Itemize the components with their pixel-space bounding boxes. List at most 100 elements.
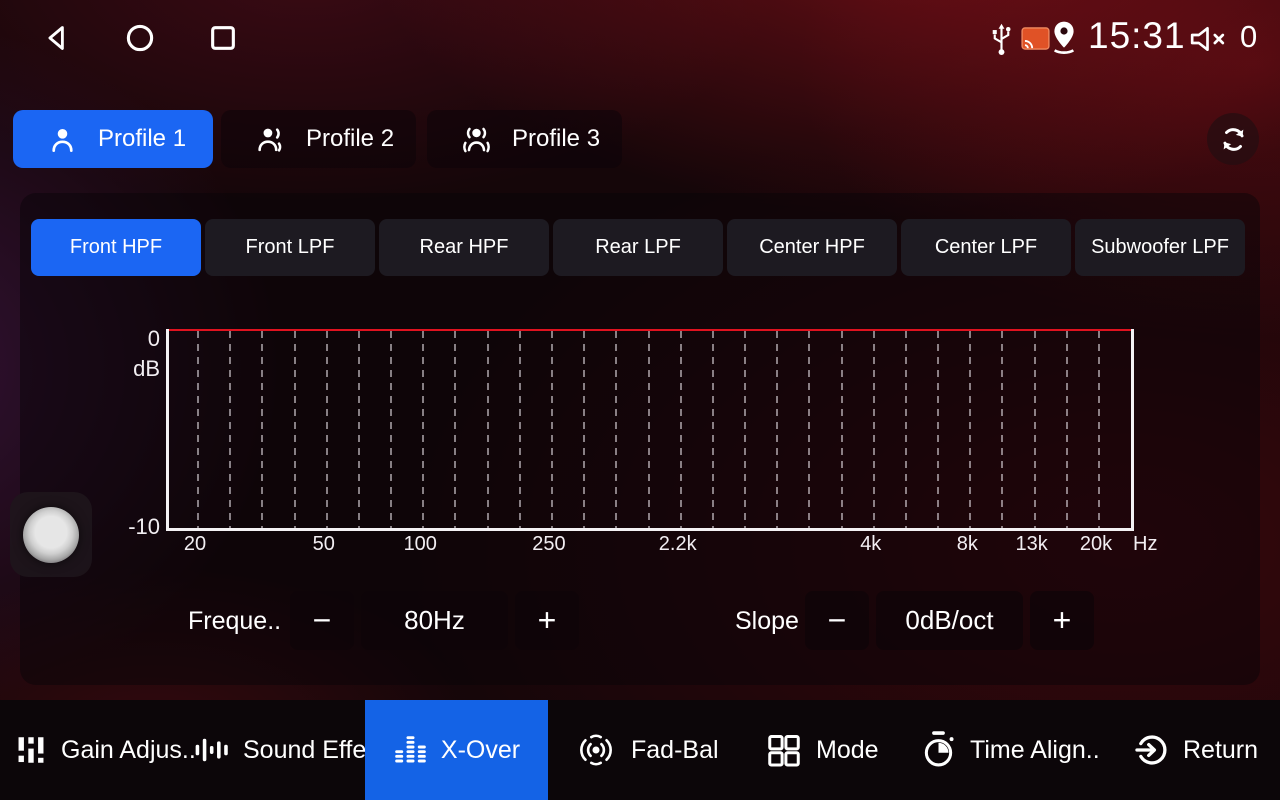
profile-label: Profile 2 [306, 125, 394, 153]
frequency-plus-button[interactable]: + [515, 591, 579, 650]
profile-3-button[interactable]: Profile 3 [427, 110, 622, 168]
frequency-minus-button[interactable]: − [290, 591, 354, 650]
clock: 15:31 [1088, 15, 1186, 57]
nav-gain-adjust[interactable]: Gain Adjus.. [14, 700, 196, 800]
x-axis-unit-label: Hz [1133, 533, 1157, 556]
x-tick-label: 50 [313, 533, 335, 556]
nav-sound-effects[interactable]: Sound Effe.. [193, 700, 380, 800]
nav-mode[interactable]: Mode [765, 700, 879, 800]
profile-2-button[interactable]: Profile 2 [221, 110, 416, 168]
gridline [487, 331, 489, 528]
nav-label: Mode [816, 736, 879, 765]
y-axis-unit-label: dB [116, 356, 160, 382]
person-waves-icon [461, 124, 492, 155]
slope-minus-button[interactable]: − [805, 591, 869, 650]
gridline [261, 331, 263, 528]
nav-return[interactable]: Return [1134, 700, 1258, 800]
gridline [712, 331, 714, 528]
gridline [873, 331, 875, 528]
nav-time-alignment[interactable]: Time Align.. [920, 700, 1100, 800]
filter-tab-rear-hpf[interactable]: Rear HPF [379, 219, 549, 276]
floating-knob-button[interactable] [10, 492, 92, 577]
chart-response-line [169, 329, 1131, 331]
x-tick-label: 13k [1016, 533, 1048, 556]
x-tick-label: 8k [957, 533, 978, 556]
nav-label: Return [1183, 736, 1258, 765]
chart-plot[interactable] [166, 329, 1134, 531]
gridline [229, 331, 231, 528]
gridline [744, 331, 746, 528]
x-tick-labels: 20 50 100 250 2.2k 4k 8k 13k 20k [166, 533, 1128, 559]
gridline [969, 331, 971, 528]
gridline [294, 331, 296, 528]
gridline [937, 331, 939, 528]
gridline [551, 331, 553, 528]
slope-plus-button[interactable]: + [1030, 591, 1094, 650]
gridline [841, 331, 843, 528]
refresh-icon [1218, 124, 1249, 155]
gridline [648, 331, 650, 528]
recents-icon[interactable] [206, 21, 240, 55]
gridline [776, 331, 778, 528]
gridline [905, 331, 907, 528]
nav-label: Time Align.. [970, 736, 1100, 765]
filter-tab-front-lpf[interactable]: Front LPF [205, 219, 375, 276]
filter-tab-center-lpf[interactable]: Center LPF [901, 219, 1071, 276]
knob-icon [23, 507, 79, 563]
gridline [197, 331, 199, 528]
slope-label: Slope [735, 592, 799, 650]
profile-label: Profile 3 [512, 125, 600, 153]
gridline [583, 331, 585, 528]
nav-fad-bal[interactable]: Fad-Bal [574, 700, 719, 800]
filter-tab-subwoofer-lpf[interactable]: Subwoofer LPF [1075, 219, 1245, 276]
gridline [390, 331, 392, 528]
x-tick-label: 2.2k [659, 533, 697, 556]
cast-icon [1021, 27, 1050, 50]
gridline [519, 331, 521, 528]
nav-label: Sound Effe.. [243, 736, 380, 765]
gridline [422, 331, 424, 528]
x-tick-label: 250 [532, 533, 565, 556]
volume-muted-icon[interactable] [1188, 23, 1231, 55]
gridline [1001, 331, 1003, 528]
filter-tab-front-hpf[interactable]: Front HPF [31, 219, 201, 276]
gridline [615, 331, 617, 528]
sound-effects-icon [193, 734, 230, 766]
fader-balance-icon [574, 732, 618, 768]
gridline [454, 331, 456, 528]
gridline [1034, 331, 1036, 528]
refresh-button[interactable] [1207, 113, 1259, 165]
gridline [1098, 331, 1100, 528]
frequency-value: 80Hz [361, 591, 508, 650]
filter-tabs: Front HPFFront LPFRear HPFRear LPFCenter… [31, 219, 1245, 276]
y-axis-min-label: -10 [116, 514, 160, 540]
volume-level: 0 [1240, 19, 1257, 55]
profile-label: Profile 1 [98, 125, 186, 153]
slope-value: 0dB/oct [876, 591, 1023, 650]
x-tick-label: 20k [1080, 533, 1112, 556]
nav-label: Gain Adjus.. [61, 736, 196, 765]
usb-icon [988, 21, 1015, 58]
person-icon [47, 124, 78, 155]
chart-gridlines [169, 329, 1131, 528]
home-icon[interactable] [123, 21, 157, 55]
frequency-label: Freque.. [188, 592, 281, 650]
nav-x-over[interactable]: X-Over [365, 700, 548, 800]
x-tick-label: 100 [404, 533, 437, 556]
location-icon [1048, 19, 1080, 59]
gridline [358, 331, 360, 528]
nav-label: Fad-Bal [631, 736, 719, 765]
gridline [808, 331, 810, 528]
filter-tab-center-hpf[interactable]: Center HPF [727, 219, 897, 276]
back-icon[interactable] [40, 21, 74, 55]
x-tick-label: 20 [184, 533, 206, 556]
return-arrow-icon [1134, 732, 1170, 768]
equalizer-icon [393, 733, 428, 768]
x-tick-label: 4k [860, 533, 881, 556]
gridline [326, 331, 328, 528]
mode-grid-icon [765, 731, 803, 769]
filter-tab-rear-lpf[interactable]: Rear LPF [553, 219, 723, 276]
stopwatch-icon [920, 730, 957, 771]
gridline [680, 331, 682, 528]
profile-1-button[interactable]: Profile 1 [13, 110, 213, 168]
